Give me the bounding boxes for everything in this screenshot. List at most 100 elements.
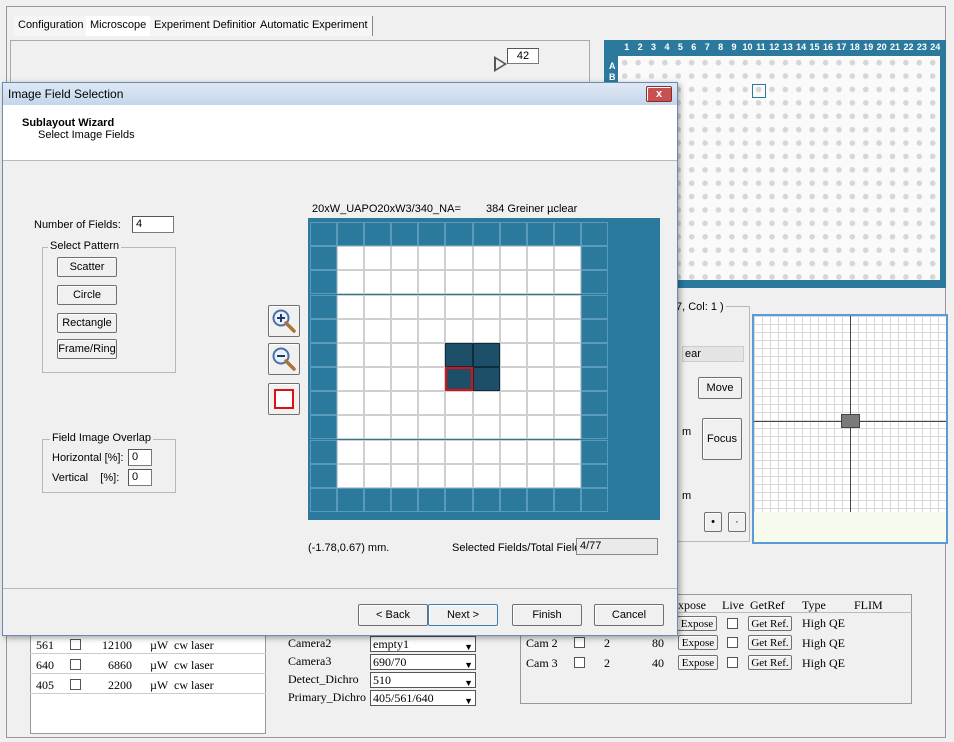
field-cell[interactable] <box>445 222 473 247</box>
field-cell[interactable] <box>364 487 392 512</box>
field-cell[interactable] <box>445 463 473 488</box>
field-cell[interactable] <box>472 246 500 271</box>
field-cell[interactable] <box>391 463 419 488</box>
field-cell[interactable] <box>391 222 419 247</box>
num-fields-input[interactable]: 4 <box>132 216 174 233</box>
horizontal-input[interactable]: 0 <box>128 449 152 466</box>
field-cell[interactable] <box>418 439 446 464</box>
field-cell[interactable] <box>580 294 608 319</box>
select-rectangle-button[interactable] <box>268 383 300 415</box>
field-cell[interactable] <box>526 415 554 440</box>
field-cell[interactable] <box>445 487 473 512</box>
field-cell[interactable] <box>445 415 473 440</box>
camera2-select[interactable]: empty1 ▼ <box>370 636 476 652</box>
field-cell[interactable] <box>364 246 392 271</box>
field-cell[interactable] <box>391 246 419 271</box>
field-cell[interactable] <box>526 222 554 247</box>
field-cell[interactable] <box>310 318 338 343</box>
laser-checkbox[interactable] <box>70 659 81 670</box>
cancel-button[interactable]: Cancel <box>594 604 664 626</box>
field-cell[interactable] <box>310 342 338 367</box>
field-cell[interactable] <box>472 487 500 512</box>
field-cell[interactable] <box>499 439 527 464</box>
field-cell[interactable] <box>337 222 365 247</box>
field-cell[interactable] <box>337 367 365 392</box>
cam-checkbox[interactable] <box>574 637 585 648</box>
field-cell[interactable] <box>553 342 581 367</box>
field-cell[interactable] <box>526 487 554 512</box>
field-cell[interactable] <box>580 270 608 295</box>
live-checkbox[interactable] <box>727 618 738 629</box>
field-cell[interactable] <box>499 318 527 343</box>
field-cell[interactable] <box>472 439 500 464</box>
back-button[interactable]: < Back <box>358 604 428 626</box>
expose-button[interactable]: Expose <box>678 635 718 650</box>
field-cell[interactable] <box>526 270 554 295</box>
detect-dichro-select[interactable]: 510 ▼ <box>370 672 476 688</box>
field-cell[interactable] <box>364 222 392 247</box>
field-cell[interactable] <box>472 391 500 416</box>
field-cell[interactable] <box>418 246 446 271</box>
field-cell[interactable] <box>418 391 446 416</box>
move-button[interactable]: Move <box>698 377 742 399</box>
field-cell[interactable] <box>310 222 338 247</box>
vertical-input[interactable]: 0 <box>128 469 152 486</box>
field-cell[interactable] <box>526 391 554 416</box>
field-cell[interactable] <box>337 391 365 416</box>
field-cell[interactable] <box>580 246 608 271</box>
field-cell[interactable] <box>337 294 365 319</box>
field-cell[interactable] <box>472 318 500 343</box>
field-cell[interactable] <box>580 342 608 367</box>
field-cell[interactable] <box>580 415 608 440</box>
field-cell[interactable] <box>472 270 500 295</box>
field-cell[interactable] <box>526 294 554 319</box>
field-cell[interactable] <box>445 270 473 295</box>
field-cell[interactable] <box>418 487 446 512</box>
field-cell[interactable] <box>418 294 446 319</box>
field-cell[interactable] <box>445 439 473 464</box>
field-cell[interactable] <box>391 367 419 392</box>
field-cell[interactable] <box>580 439 608 464</box>
field-cell[interactable] <box>337 463 365 488</box>
field-cell[interactable] <box>499 415 527 440</box>
field-cell[interactable] <box>472 415 500 440</box>
field-cell[interactable] <box>310 246 338 271</box>
field-cell[interactable] <box>445 294 473 319</box>
field-cell[interactable] <box>472 294 500 319</box>
close-icon[interactable]: x <box>646 86 672 102</box>
field-cell[interactable] <box>391 487 419 512</box>
field-cell[interactable] <box>472 342 500 367</box>
field-cell[interactable] <box>337 487 365 512</box>
live-checkbox[interactable] <box>727 657 738 668</box>
field-cell[interactable] <box>526 246 554 271</box>
field-cell[interactable] <box>310 415 338 440</box>
field-cell[interactable] <box>418 318 446 343</box>
scatter-button[interactable]: Scatter <box>57 257 117 277</box>
field-cell[interactable] <box>553 439 581 464</box>
focus-button[interactable]: Focus <box>702 418 742 460</box>
field-cell[interactable] <box>364 439 392 464</box>
field-cell[interactable] <box>499 367 527 392</box>
field-cell[interactable] <box>553 318 581 343</box>
getref-button[interactable]: Get Ref. <box>748 635 792 650</box>
counter-field[interactable]: 42 <box>507 48 539 64</box>
field-cell[interactable] <box>310 367 338 392</box>
field-cell[interactable] <box>499 463 527 488</box>
field-cell[interactable] <box>553 391 581 416</box>
field-cell[interactable] <box>499 270 527 295</box>
field-cell[interactable] <box>391 415 419 440</box>
field-cell[interactable] <box>310 439 338 464</box>
field-cell[interactable] <box>553 246 581 271</box>
field-cell[interactable] <box>445 246 473 271</box>
field-cell[interactable] <box>391 294 419 319</box>
zoom-out-button[interactable] <box>268 343 300 375</box>
field-cell[interactable] <box>418 415 446 440</box>
field-cell[interactable] <box>364 415 392 440</box>
field-cell[interactable] <box>580 391 608 416</box>
expose-button[interactable]: Expose <box>677 616 717 631</box>
field-cell[interactable] <box>418 367 446 392</box>
live-checkbox[interactable] <box>727 637 738 648</box>
field-cell[interactable] <box>553 270 581 295</box>
camera3-select[interactable]: 690/70 ▼ <box>370 654 476 670</box>
field-cell[interactable] <box>499 391 527 416</box>
